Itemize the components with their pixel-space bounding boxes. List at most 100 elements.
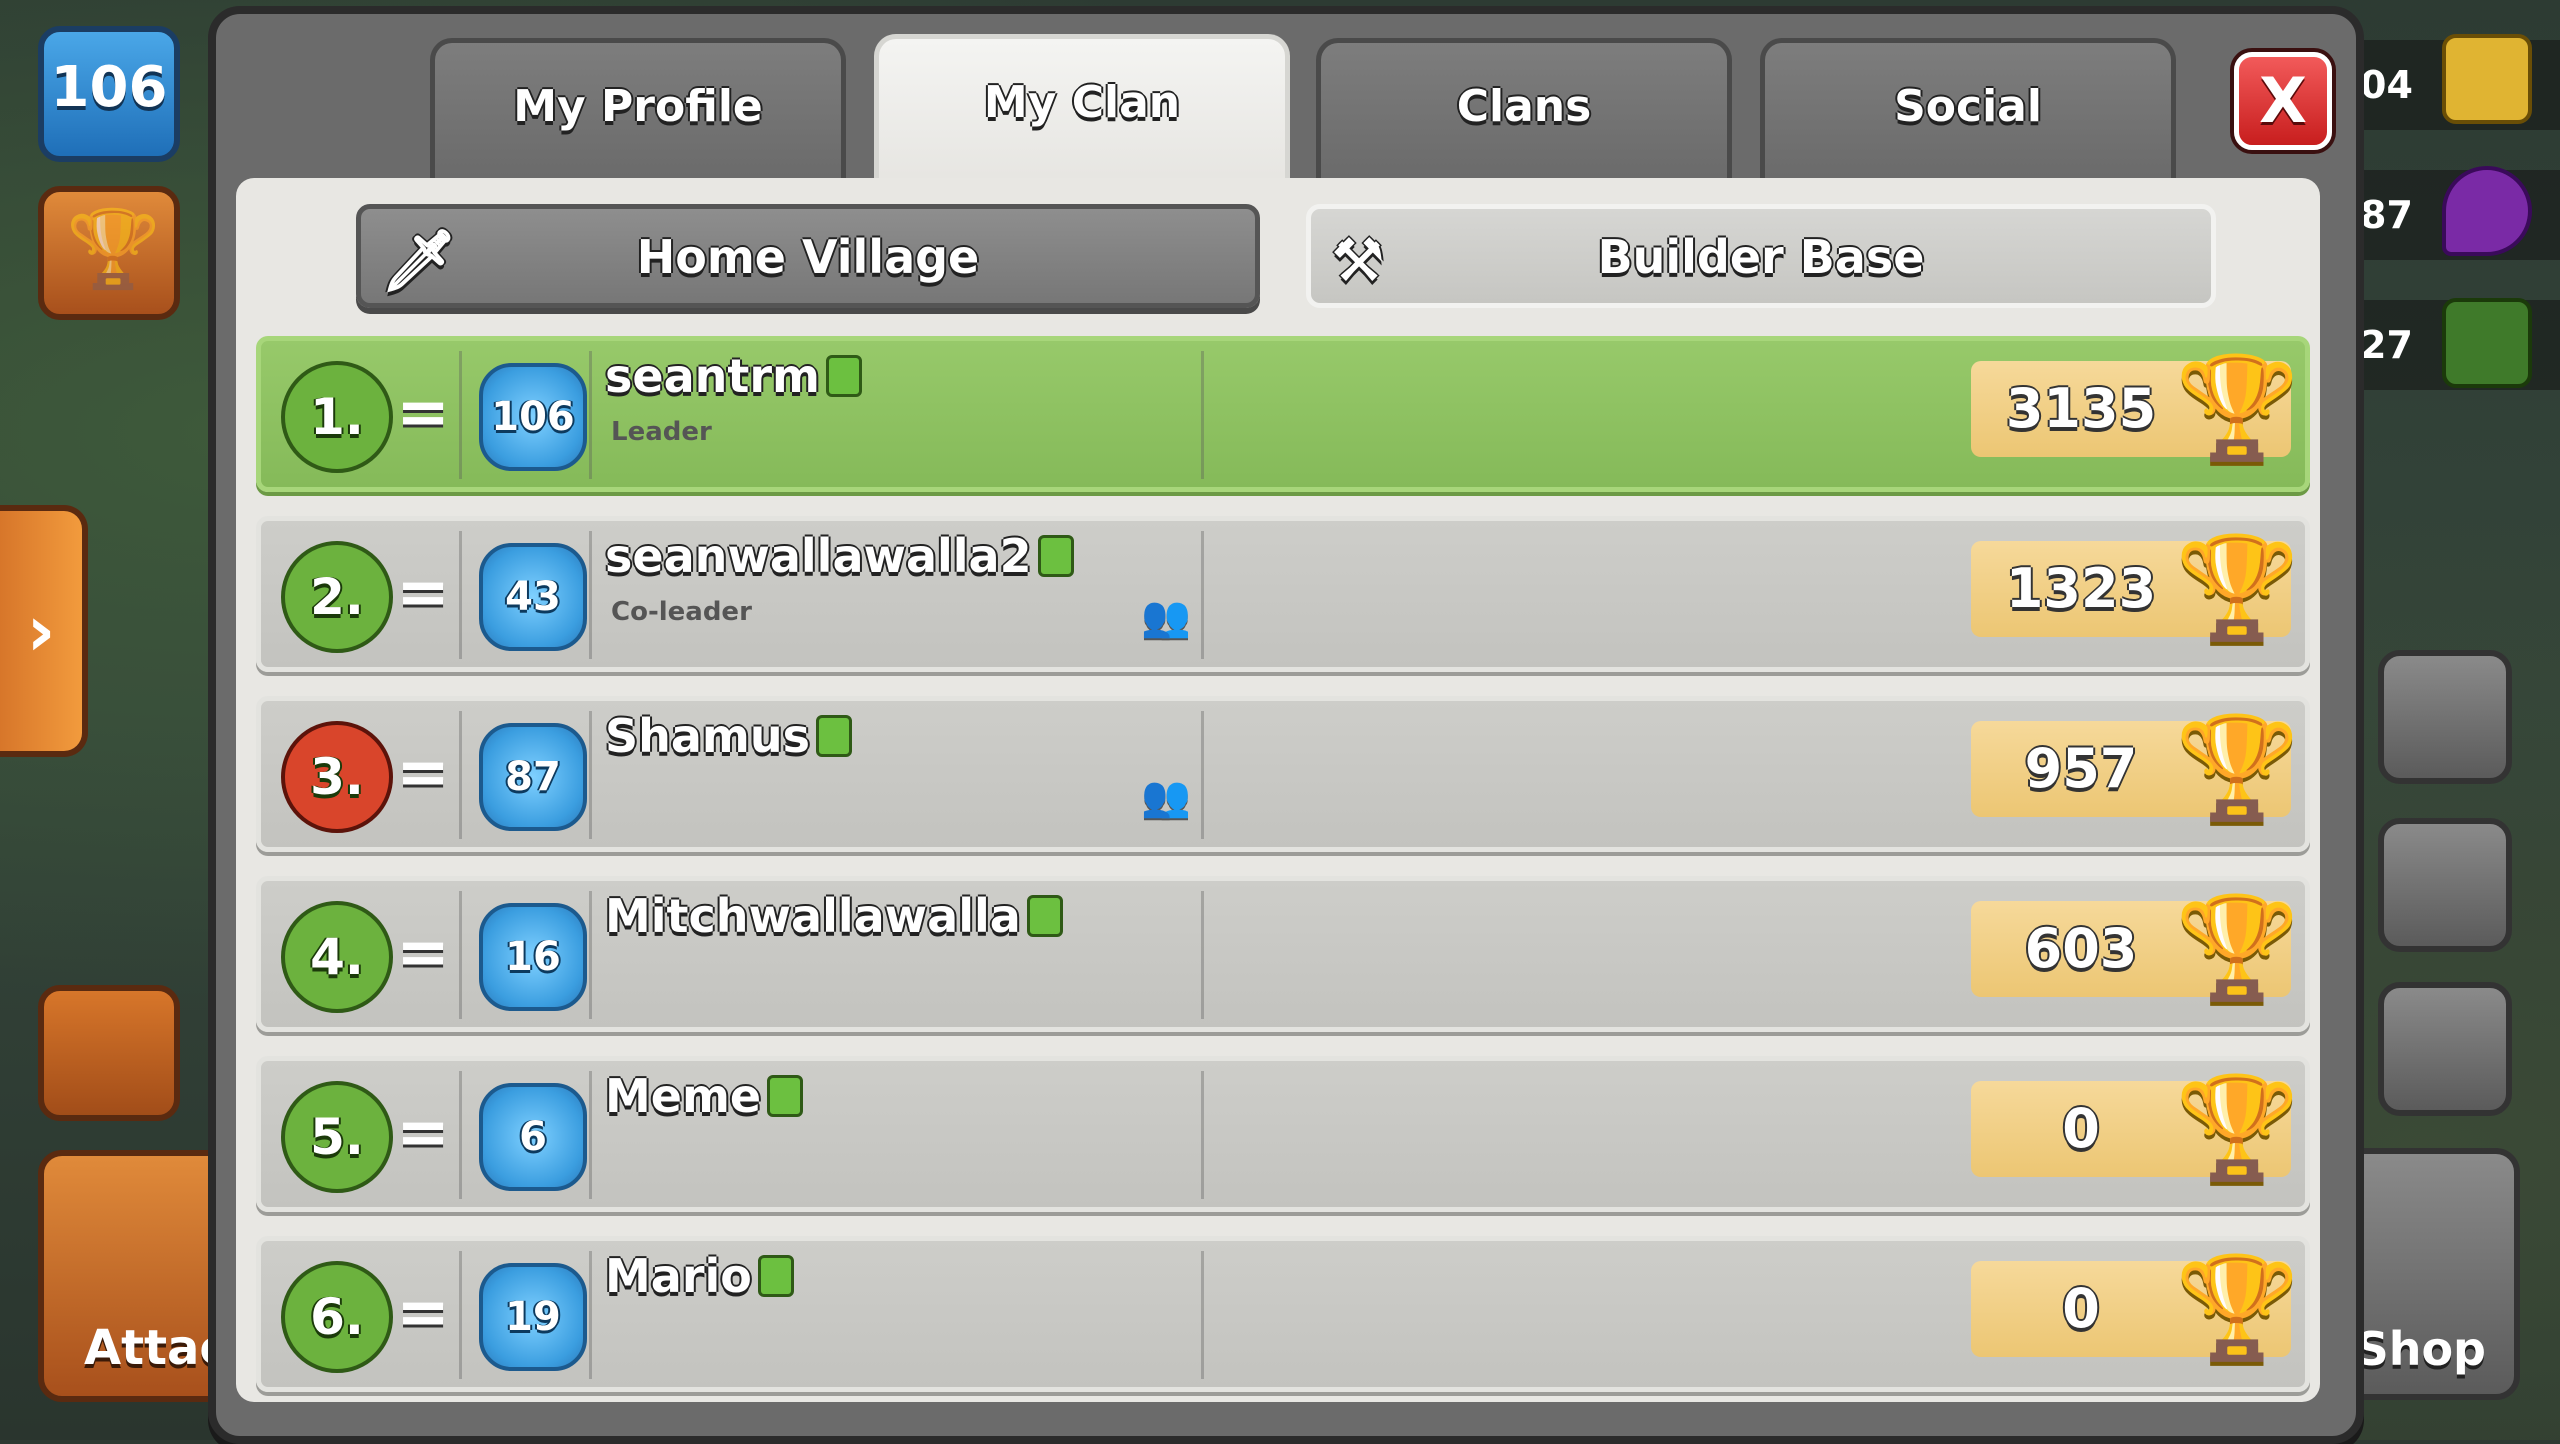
news-button[interactable] — [2378, 818, 2512, 952]
builder-base-tab[interactable]: ⚒ Builder Base — [1306, 204, 2216, 308]
divider — [1201, 531, 1204, 659]
rank-change: = — [396, 376, 450, 450]
divider — [589, 891, 592, 1019]
trophy-count: 3135 — [2005, 377, 2157, 440]
level-badge: 19 — [479, 1263, 587, 1371]
trophy-icon: 🏆 — [2175, 349, 2300, 466]
member-row[interactable]: 3. = 87 Shamus 👥 957 🏆 — [256, 696, 2310, 852]
level-badge: 6 — [479, 1083, 587, 1191]
trophy-count: 0 — [2062, 1097, 2100, 1160]
member-list: 1. = 106 seantrm Leader 3135 🏆 2. = 43 s… — [256, 336, 2310, 1416]
level-badge: 43 — [479, 543, 587, 651]
clan-window: My Profile My Clan Clans Social X 🗡 Home… — [208, 6, 2364, 1444]
trophy-count: 957 — [2024, 737, 2138, 800]
divider — [589, 351, 592, 479]
close-button[interactable]: X — [2234, 52, 2332, 150]
builder-base-tag-icon — [757, 1254, 794, 1297]
member-name: seantrm — [605, 349, 862, 403]
trophy-icon: 🏆 — [2175, 889, 2300, 1006]
divider — [1201, 711, 1204, 839]
member-row[interactable]: 6. = 19 Mario 0 🏆 — [256, 1236, 2310, 1392]
rank-change: = — [396, 1096, 450, 1170]
rank-badge: 5. — [281, 1081, 393, 1193]
settings-gear-icon[interactable] — [2378, 982, 2512, 1116]
shop-button[interactable]: Shop — [2338, 1148, 2520, 1400]
chevron-right-icon[interactable]: › — [0, 505, 88, 757]
trophy-icon: 🏆 — [2175, 529, 2300, 646]
divider — [459, 1071, 462, 1199]
axes-icon: ⚒ — [1331, 226, 1385, 296]
trophy-count: 1323 — [2005, 557, 2157, 620]
divider — [1201, 1071, 1204, 1199]
rank-badge: 3. — [281, 721, 393, 833]
builder-base-tag-icon — [767, 1074, 804, 1117]
elixir-icon — [2442, 166, 2532, 256]
tab-clans[interactable]: Clans — [1316, 38, 1732, 184]
member-role: Co-leader — [611, 597, 752, 627]
member-name: Shamus — [605, 709, 852, 763]
tab-social[interactable]: Social — [1760, 38, 2176, 184]
clan-panel: 🗡 Home Village ⚒ Builder Base 1. = 106 s… — [236, 178, 2320, 1402]
member-name: Mitchwallawalla — [605, 889, 1063, 943]
rank-change: = — [396, 916, 450, 990]
member-name: Meme — [605, 1069, 804, 1123]
builder-base-tag-icon — [1026, 894, 1063, 937]
divider — [1201, 891, 1204, 1019]
trophy-icon: 🏆 — [2175, 1249, 2300, 1366]
army-button[interactable] — [38, 985, 180, 1121]
member-row[interactable]: 2. = 43 seanwallawalla2 Co-leader 👥 1323… — [256, 516, 2310, 672]
member-row[interactable]: 1. = 106 seantrm Leader 3135 🏆 — [256, 336, 2310, 492]
friend-icon: 👥 — [1141, 594, 1191, 640]
home-village-tab[interactable]: 🗡 Home Village — [356, 204, 1260, 308]
rank-change: = — [396, 1276, 450, 1350]
rank-badge: 6. — [281, 1261, 393, 1373]
divider — [1201, 351, 1204, 479]
member-row[interactable]: 5. = 6 Meme 0 🏆 — [256, 1056, 2310, 1212]
home-village-label: Home Village — [636, 230, 980, 284]
rank-badge: 4. — [281, 901, 393, 1013]
trophy-box: 0 🏆 — [1971, 1069, 2300, 1186]
divider — [589, 1071, 592, 1199]
trophy-league-button[interactable] — [38, 186, 180, 320]
member-name-text: seanwallawalla2 — [605, 529, 1032, 583]
member-name-text: seantrm — [605, 349, 820, 403]
divider — [459, 531, 462, 659]
member-name-text: Mitchwallawalla — [605, 889, 1021, 943]
divider — [589, 531, 592, 659]
trophy-count: 0 — [2062, 1277, 2100, 1340]
tab-my-profile[interactable]: My Profile — [430, 38, 846, 184]
member-row[interactable]: 4. = 16 Mitchwallawalla 603 🏆 — [256, 876, 2310, 1032]
divider — [459, 711, 462, 839]
builder-base-tag-icon — [1037, 534, 1074, 577]
member-name: Mario — [605, 1249, 794, 1303]
rank-badge: 1. — [281, 361, 393, 473]
trophy-box: 3135 🏆 — [1971, 349, 2300, 466]
trophy-box: 957 🏆 — [1971, 709, 2300, 826]
member-name: seanwallawalla2 — [605, 529, 1074, 583]
gem-icon — [2442, 298, 2532, 388]
trophy-box: 603 🏆 — [1971, 889, 2300, 1006]
builder-base-label: Builder Base — [1597, 230, 1925, 284]
rank-change: = — [396, 736, 450, 810]
divider — [1201, 1251, 1204, 1379]
shop-label: Shop — [2355, 1322, 2486, 1376]
divider — [589, 711, 592, 839]
rank-change: = — [396, 556, 450, 630]
builder-move-button[interactable] — [2378, 650, 2512, 784]
member-name-text: Mario — [605, 1249, 752, 1303]
level-badge: 87 — [479, 723, 587, 831]
trophy-icon: 🏆 — [2175, 1069, 2300, 1186]
gold-icon — [2442, 34, 2532, 124]
player-level-badge[interactable]: 106 — [38, 26, 180, 162]
divider — [459, 351, 462, 479]
level-badge: 106 — [479, 363, 587, 471]
level-badge: 16 — [479, 903, 587, 1011]
divider — [589, 1251, 592, 1379]
friend-icon: 👥 — [1141, 774, 1191, 820]
tab-my-clan[interactable]: My Clan — [874, 34, 1290, 186]
attack-label: Attac — [84, 1320, 228, 1376]
divider — [459, 891, 462, 1019]
member-name-text: Meme — [605, 1069, 762, 1123]
member-role: Leader — [611, 417, 712, 447]
rank-badge: 2. — [281, 541, 393, 653]
